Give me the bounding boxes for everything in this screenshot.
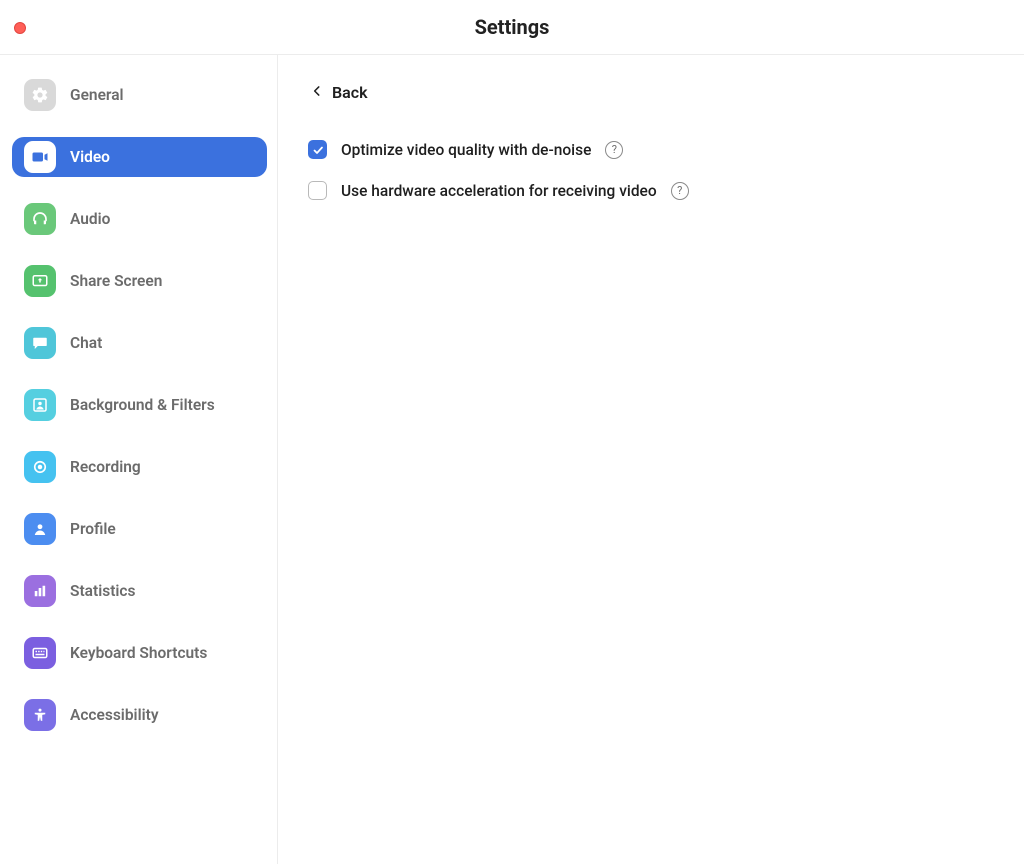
share-screen-icon	[24, 265, 56, 297]
sidebar-item-keyboard-shortcuts[interactable]: Keyboard Shortcuts	[12, 633, 267, 673]
sidebar-item-label: Video	[70, 148, 110, 166]
option-label: Use hardware acceleration for receiving …	[341, 182, 657, 200]
chat-bubble-icon	[24, 327, 56, 359]
back-label: Back	[332, 83, 368, 102]
chevron-left-icon	[310, 83, 324, 102]
record-icon	[24, 451, 56, 483]
titlebar: Settings	[0, 0, 1024, 55]
keyboard-icon	[24, 637, 56, 669]
sidebar-item-accessibility[interactable]: Accessibility	[12, 695, 267, 735]
option-optimize-denoise: Optimize video quality with de-noise ?	[308, 140, 994, 159]
sidebar-item-background-filters[interactable]: Background & Filters	[12, 385, 267, 425]
headphones-icon	[24, 203, 56, 235]
help-icon[interactable]: ?	[671, 182, 689, 200]
window-close-button[interactable]	[14, 22, 26, 34]
help-icon[interactable]: ?	[605, 141, 623, 159]
sidebar-item-profile[interactable]: Profile	[12, 509, 267, 549]
video-camera-icon	[24, 141, 56, 173]
sidebar-item-label: Accessibility	[70, 706, 159, 724]
sidebar-item-audio[interactable]: Audio	[12, 199, 267, 239]
sidebar-item-label: Profile	[70, 520, 116, 538]
sidebar-item-label: Recording	[70, 458, 141, 476]
sidebar-item-label: General	[70, 86, 124, 104]
sidebar-item-chat[interactable]: Chat	[12, 323, 267, 363]
back-button[interactable]: Back	[310, 83, 994, 102]
sidebar-item-general[interactable]: General	[12, 75, 267, 115]
sidebar-item-label: Background & Filters	[70, 396, 215, 414]
sidebar-item-label: Keyboard Shortcuts	[70, 644, 207, 662]
gear-icon	[24, 79, 56, 111]
sidebar-item-share-screen[interactable]: Share Screen	[12, 261, 267, 301]
option-label: Optimize video quality with de-noise	[341, 141, 591, 159]
person-frame-icon	[24, 389, 56, 421]
sidebar-item-label: Share Screen	[70, 272, 162, 290]
bar-chart-icon	[24, 575, 56, 607]
sidebar-item-label: Chat	[70, 334, 102, 352]
sidebar-item-label: Statistics	[70, 582, 135, 600]
sidebar-item-recording[interactable]: Recording	[12, 447, 267, 487]
option-hardware-acceleration: Use hardware acceleration for receiving …	[308, 181, 994, 200]
checkbox-optimize-denoise[interactable]	[308, 140, 327, 159]
accessibility-icon	[24, 699, 56, 731]
person-icon	[24, 513, 56, 545]
settings-content: Back Optimize video quality with de-nois…	[278, 55, 1024, 864]
settings-sidebar: General Video Audio Share Screen	[0, 55, 278, 864]
sidebar-item-label: Audio	[70, 210, 110, 228]
window-title: Settings	[475, 15, 550, 39]
checkbox-hardware-acceleration[interactable]	[308, 181, 327, 200]
sidebar-item-statistics[interactable]: Statistics	[12, 571, 267, 611]
sidebar-item-video[interactable]: Video	[12, 137, 267, 177]
